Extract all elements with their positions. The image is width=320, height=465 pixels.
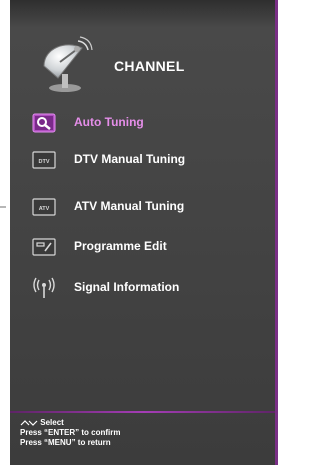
- menu-item-label: Programme Edit: [74, 239, 167, 253]
- atv-icon: ATV: [32, 197, 56, 217]
- menu-item-label: Signal Information: [74, 280, 180, 294]
- signal-icon: [32, 277, 56, 298]
- edit-icon: [32, 237, 56, 257]
- menu-item-dtv-manual-tuning[interactable]: DTV DTV Manual Tuning: [10, 145, 275, 175]
- footer-divider: [10, 411, 275, 413]
- select-hint-text: Select: [40, 418, 64, 427]
- menu-item-auto-tuning[interactable]: Auto Tuning: [10, 108, 275, 138]
- menu-item-atv-manual-tuning[interactable]: ATV ATV Manual Tuning: [10, 192, 275, 222]
- menu-item-programme-edit[interactable]: Programme Edit: [10, 232, 275, 262]
- dtv-icon-text: DTV: [39, 159, 50, 165]
- outside-marker: [0, 206, 6, 208]
- menu-item-label: Auto Tuning: [74, 115, 144, 129]
- menu-item-signal-information[interactable]: Signal Information: [10, 273, 275, 303]
- up-down-arrows-icon: [20, 420, 38, 426]
- return-hint: Press “MENU” to return: [20, 438, 111, 447]
- confirm-hint: Press “ENTER” to confirm: [20, 428, 121, 437]
- menu-item-label: DTV Manual Tuning: [74, 152, 186, 166]
- footer-help: Select Press “ENTER” to confirm Press “M…: [20, 418, 120, 448]
- menu-header: CHANNEL: [10, 0, 275, 108]
- search-icon: [32, 113, 56, 133]
- menu-item-label: ATV Manual Tuning: [74, 199, 185, 213]
- page-title: CHANNEL: [114, 58, 185, 74]
- satellite-dish-icon: [43, 36, 93, 92]
- channel-menu-panel: CHANNEL Auto Tuning DTV DTV Manual Tunin…: [10, 0, 278, 465]
- atv-icon-text: ATV: [39, 206, 50, 212]
- select-hint: Select: [20, 418, 120, 428]
- dtv-icon: DTV: [32, 150, 56, 170]
